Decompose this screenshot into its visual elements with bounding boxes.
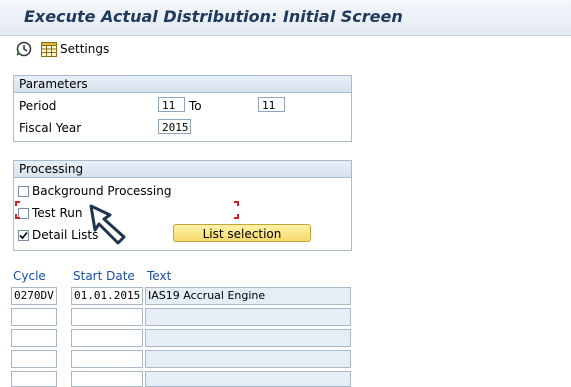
start-date-cell[interactable] bbox=[71, 371, 143, 387]
checkmark-icon bbox=[19, 231, 28, 239]
period-to-input[interactable]: 11 bbox=[258, 97, 285, 112]
test-run-label: Test Run bbox=[32, 206, 83, 220]
background-processing-checkbox[interactable]: Background Processing bbox=[18, 184, 171, 198]
focus-marker-bottom-left bbox=[15, 214, 20, 219]
focus-marker-bottom-right bbox=[234, 214, 239, 219]
execute-clock-icon bbox=[16, 41, 32, 57]
cycle-cell[interactable] bbox=[11, 371, 57, 387]
settings-button[interactable]: Settings bbox=[41, 40, 109, 58]
start-date-cell[interactable] bbox=[71, 329, 143, 347]
page-title: Execute Actual Distribution: Initial Scr… bbox=[24, 7, 403, 26]
fiscal-year-input[interactable]: 2015 bbox=[158, 119, 191, 134]
detail-lists-box[interactable] bbox=[18, 229, 29, 241]
settings-label: Settings bbox=[60, 42, 110, 56]
text-cell bbox=[145, 371, 351, 387]
period-from-input[interactable]: 11 bbox=[158, 97, 185, 112]
start-date-cell[interactable] bbox=[71, 308, 143, 326]
background-processing-box[interactable] bbox=[18, 185, 29, 197]
table-settings-icon bbox=[41, 41, 57, 57]
period-label: Period bbox=[19, 99, 57, 113]
focus-marker-top-right bbox=[234, 201, 239, 206]
cycle-cell[interactable]: 0270DV bbox=[11, 287, 57, 305]
cycle-cell[interactable] bbox=[11, 308, 57, 326]
processing-group-title: Processing bbox=[14, 161, 351, 178]
text-cell bbox=[145, 329, 351, 347]
text-cell bbox=[145, 308, 351, 326]
list-selection-button[interactable]: List selection bbox=[173, 224, 311, 242]
background-processing-label: Background Processing bbox=[32, 184, 172, 198]
column-header-text: Text bbox=[147, 269, 172, 283]
start-date-cell[interactable] bbox=[71, 350, 143, 368]
column-header-cycle: Cycle bbox=[13, 269, 46, 283]
cycle-cell[interactable] bbox=[11, 329, 57, 347]
test-run-checkbox[interactable]: Test Run bbox=[18, 206, 82, 220]
application-toolbar: Settings bbox=[0, 36, 571, 64]
text-cell: IAS19 Accrual Engine bbox=[145, 287, 351, 305]
to-label: To bbox=[189, 99, 202, 113]
focus-marker-top-left bbox=[15, 201, 20, 206]
cycle-cell[interactable] bbox=[11, 350, 57, 368]
start-date-cell[interactable]: 01.01.2015 bbox=[71, 287, 143, 305]
column-header-start-date: Start Date bbox=[73, 269, 135, 283]
fiscal-year-label: Fiscal Year bbox=[19, 121, 82, 135]
execute-button[interactable] bbox=[15, 40, 33, 58]
pointer-arrow-icon bbox=[89, 204, 126, 245]
parameters-group-title: Parameters bbox=[14, 76, 351, 93]
title-bar: Execute Actual Distribution: Initial Scr… bbox=[0, 0, 571, 36]
text-cell bbox=[145, 350, 351, 368]
